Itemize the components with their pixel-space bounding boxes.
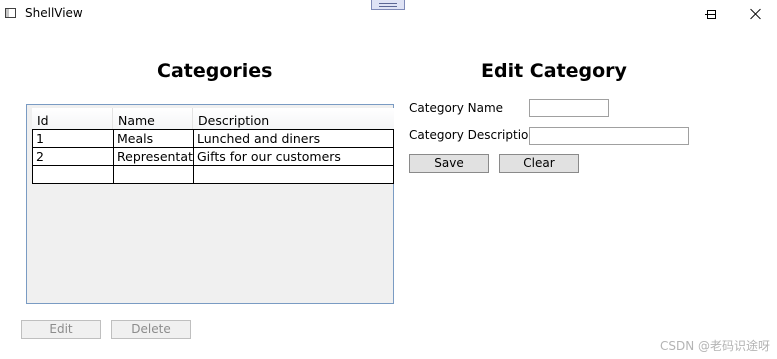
cell-name[interactable]: Meals xyxy=(113,129,193,148)
close-icon xyxy=(750,8,762,20)
categories-heading: Categories xyxy=(157,60,273,82)
drag-handle-icon[interactable] xyxy=(371,0,405,10)
clear-button[interactable]: Clear xyxy=(499,154,579,173)
table-row-new[interactable] xyxy=(32,166,394,184)
category-description-label: Category Description xyxy=(409,128,536,142)
table-row[interactable]: 2 Representati Gifts for our customers xyxy=(32,148,394,166)
column-header-id[interactable]: Id xyxy=(32,108,113,131)
cell-name[interactable]: Representati xyxy=(113,148,193,166)
cell-id[interactable] xyxy=(32,166,113,184)
delete-button[interactable]: Delete xyxy=(111,320,191,339)
column-header-description[interactable]: Description xyxy=(193,108,394,131)
watermark-text: CSDN @老码识途呀 xyxy=(659,339,770,353)
category-name-label: Category Name xyxy=(409,101,504,115)
cell-description[interactable]: Lunched and diners xyxy=(193,129,394,148)
column-header-name[interactable]: Name xyxy=(113,108,193,131)
cell-id[interactable]: 2 xyxy=(32,148,113,166)
maximize-icon xyxy=(706,9,716,19)
cell-name[interactable] xyxy=(113,166,193,184)
cell-id[interactable]: 1 xyxy=(32,129,113,148)
edit-category-heading: Edit Category xyxy=(481,60,627,82)
maximize-button[interactable] xyxy=(688,0,734,28)
save-button[interactable]: Save xyxy=(409,154,489,173)
app-icon xyxy=(5,8,16,18)
table-row[interactable]: 1 Meals Lunched and diners xyxy=(32,129,394,148)
category-description-input[interactable] xyxy=(529,127,689,145)
cell-description[interactable] xyxy=(193,166,394,184)
grid-header: Id Name Description xyxy=(32,108,394,131)
cell-description[interactable]: Gifts for our customers xyxy=(193,148,394,166)
categories-grid[interactable]: Id Name Description 1 Meals Lunched and … xyxy=(26,104,394,304)
category-name-input[interactable] xyxy=(529,99,609,117)
edit-button[interactable]: Edit xyxy=(21,320,101,339)
window-title: ShellView xyxy=(25,6,83,20)
close-button[interactable] xyxy=(734,0,777,28)
shell-window: ShellView Categories Edit Category Id Na… xyxy=(0,0,777,359)
title-bar[interactable]: ShellView xyxy=(0,0,777,28)
